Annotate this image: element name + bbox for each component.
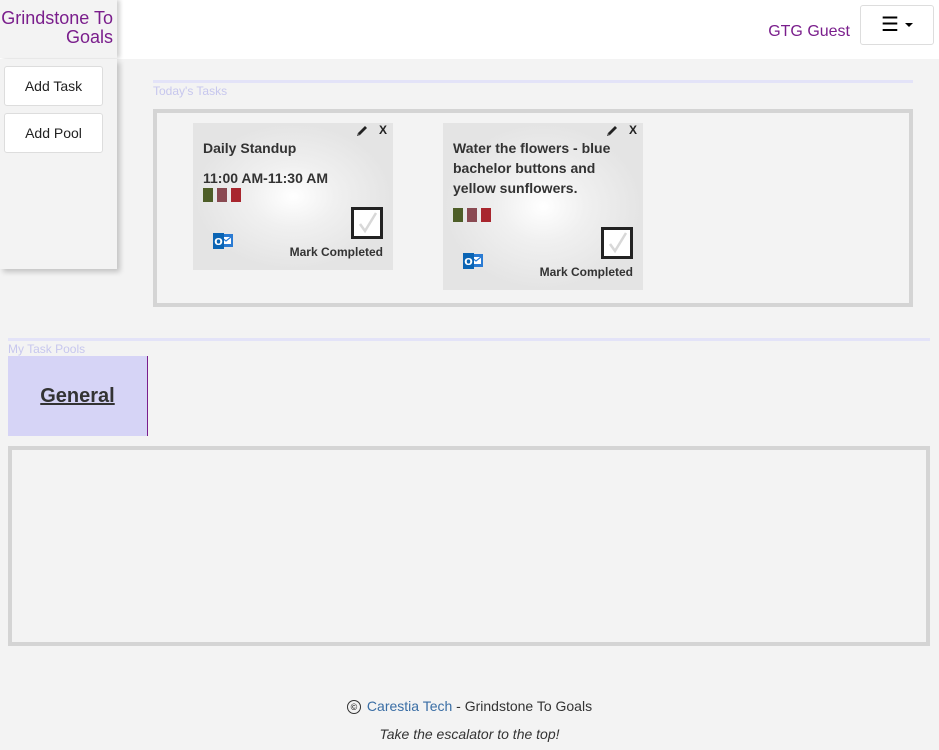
check-icon	[358, 212, 378, 234]
svg-text:O: O	[214, 237, 223, 248]
user-name[interactable]: GTG Guest	[768, 23, 850, 41]
today-tasks-container: X Daily Standup 11:00 AM-11:30 AM O Mark…	[153, 109, 913, 307]
copyright-icon: ©	[346, 700, 361, 714]
swatch-red	[231, 188, 241, 202]
check-icon	[608, 232, 628, 254]
outlook-icon[interactable]: O	[212, 231, 234, 251]
task-title: Water the flowers - blue bachelor button…	[453, 140, 611, 196]
mark-completed-label: Mark Completed	[289, 245, 383, 259]
delete-task-button[interactable]: X	[629, 123, 637, 137]
pool-tab-label: General	[40, 384, 115, 407]
mark-completed-label: Mark Completed	[539, 265, 633, 279]
pool-content-area	[8, 446, 930, 646]
mark-completed-checkbox[interactable]	[351, 207, 383, 239]
add-pool-button[interactable]: Add Pool	[4, 113, 103, 153]
company-link[interactable]: Carestia Tech	[367, 698, 452, 714]
priority-swatches	[453, 208, 491, 222]
svg-text:O: O	[464, 257, 473, 268]
edit-pencil-icon[interactable]	[605, 124, 619, 138]
task-time: 11:00 AM-11:30 AM	[203, 170, 329, 186]
task-card[interactable]: X Daily Standup 11:00 AM-11:30 AM O Mark…	[193, 123, 393, 270]
mark-completed-checkbox[interactable]	[601, 227, 633, 259]
caret-down-icon	[904, 23, 913, 27]
pool-tab-general[interactable]: General	[8, 356, 148, 436]
swatch-red	[481, 208, 491, 222]
hamburger-icon: ☰	[881, 14, 899, 36]
today-section-rule	[153, 80, 913, 83]
today-section-label: Today's Tasks	[153, 84, 228, 98]
task-card[interactable]: X Water the flowers - blue bachelor butt…	[443, 123, 643, 290]
swatch-green	[453, 208, 463, 222]
sidebar: Add Task Add Pool	[0, 59, 117, 269]
swatch-green	[203, 188, 213, 202]
priority-swatches	[203, 188, 241, 202]
pools-section-label: My Task Pools	[8, 342, 86, 356]
swatch-mauve	[467, 208, 477, 222]
task-title: Daily Standup	[203, 140, 297, 156]
swatch-mauve	[217, 188, 227, 202]
edit-pencil-icon[interactable]	[355, 124, 369, 138]
footer-copyright: © Carestia Tech - Grindstone To Goals	[0, 698, 939, 714]
brand-title[interactable]: Grindstone To Goals	[0, 0, 117, 58]
delete-task-button[interactable]: X	[379, 123, 387, 137]
outlook-icon[interactable]: O	[462, 251, 484, 271]
pools-section-rule	[8, 338, 930, 341]
footer-app-name: - Grindstone To Goals	[452, 698, 593, 714]
footer-tagline: Take the escalator to the top!	[379, 726, 560, 742]
add-task-button[interactable]: Add Task	[4, 66, 103, 106]
top-navbar: Grindstone To Goals GTG Guest ☰	[0, 0, 939, 59]
main-menu-button[interactable]: ☰	[860, 5, 934, 45]
